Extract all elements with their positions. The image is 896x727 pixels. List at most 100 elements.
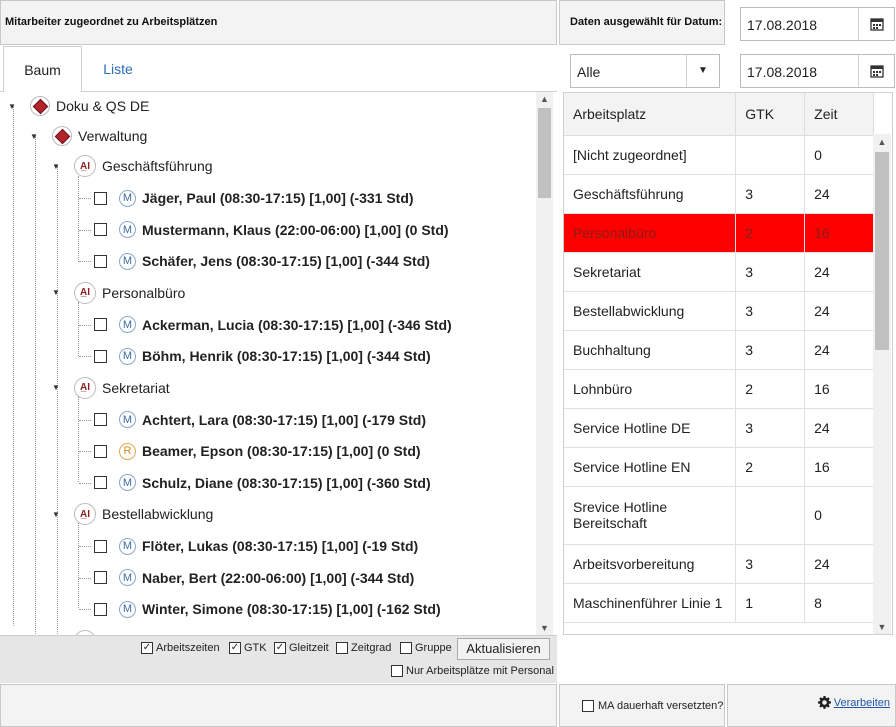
verarbeiten-link[interactable]: Verarbeiten [817,696,890,709]
option-label: Arbeitszeiten [156,642,220,654]
tree-employee-item[interactable]: M Böhm, Henrik (08:30-17:15) [1,00] (-344… [94,343,431,369]
checkbox-icon[interactable] [336,642,348,654]
collapse-icon[interactable]: ▼ [52,162,62,171]
footer-middle-bar: MA dauerhaft versetzten? [559,684,725,727]
tree-view: ▼ Doku & QS DE ▼ Verwaltung ▼ A̲I Geschäft… [0,92,557,635]
checkbox-icon[interactable] [391,665,403,677]
checkbox-icon[interactable] [94,191,107,205]
tree-employee-item[interactable]: M Jäger, Paul (08:30-17:15) [1,00] (-331 … [94,185,414,211]
tree-node-workstation[interactable]: ▼ A̲I Personalbüro [52,280,185,306]
table-cell: 16 [804,447,874,487]
scroll-up-icon[interactable]: ▲ [536,94,553,104]
tree-scrollbar[interactable]: ▲ ▼ [536,92,553,635]
checkbox-icon[interactable] [94,223,107,236]
column-header-zeit[interactable]: Zeit [804,93,874,136]
date-field-2[interactable]: 17.08.2018 [740,54,895,88]
collapse-icon[interactable]: ▼ [52,288,62,297]
tree-node-verwaltung[interactable]: ▼ Verwaltung [30,123,147,149]
tab-liste[interactable]: Liste [82,46,154,92]
tree-root[interactable]: ▼ Doku & QS DE [8,93,149,119]
table-scrollbar[interactable]: ▲ ▼ [873,134,891,634]
tree-node-workstation[interactable]: ▼ A̲I Geschäftsführung [52,153,213,179]
table-row[interactable]: Srevice Hotline Bereitschaft 0 [564,486,874,545]
collapse-icon[interactable]: ▼ [52,383,62,392]
table-row[interactable]: Service Hotline EN 2 16 [564,447,874,487]
table-cell: Personalbüro [564,213,737,253]
checkbox-checked-icon[interactable]: ✓ [229,642,241,654]
filter-select[interactable]: Alle ▼ [570,54,720,88]
tree-employee-item[interactable]: M Achtert, Lara (08:30-17:15) [1,00] (-17… [94,407,426,433]
option-gleitzeit[interactable]: ✓ Gleitzeit [274,642,329,654]
option-zeitgrad[interactable]: Zeitgrad [336,642,391,654]
tree-employee-item[interactable]: M Flöter, Lukas (08:30-17:15) [1,00] (-19… [94,533,418,559]
scroll-thumb[interactable] [538,108,551,198]
tree-guide-line [79,482,91,484]
tree-node-workstation[interactable]: ▼ A̲I Sekretariat [52,375,170,401]
scroll-up-icon[interactable]: ▲ [873,137,891,147]
checkbox-icon[interactable] [400,642,412,654]
tree-employee-item[interactable]: M Schäfer, Jens (08:30-17:15) [1,00] (-34… [94,248,430,274]
tree-node-workstation[interactable]: ▼ A̲I Bestellabwicklung [52,501,213,527]
table-row[interactable]: Geschäftsführung 3 24 [564,174,874,214]
column-header-arbeitsplatz[interactable]: Arbeitsplatz [564,93,737,136]
option-arbeitszeiten[interactable]: ✓ Arbeitszeiten [141,642,220,654]
checkbox-icon[interactable] [94,539,107,553]
checkbox-icon[interactable] [94,254,107,268]
collapse-icon[interactable]: ▼ [52,510,62,519]
table-row[interactable]: Lohnbüro 2 16 [564,369,874,409]
checkbox-icon[interactable] [94,444,107,458]
tree-guide-line [57,166,58,635]
workstation-icon: A̲I [74,155,96,177]
table-row[interactable]: Arbeitsvorbereitung 3 24 [564,544,874,584]
table-row[interactable]: Personalbüro 2 16 [564,213,874,253]
checkbox-icon[interactable] [94,571,107,584]
tree-employee-item[interactable]: M Mustermann, Klaus (22:00-06:00) [1,00] … [94,217,449,243]
table-cell: 2 [735,369,806,409]
aktualisieren-button[interactable]: Aktualisieren [457,638,550,660]
table-row[interactable]: Service Hotline DE 3 24 [564,408,874,448]
checkbox-checked-icon[interactable]: ✓ [141,642,153,654]
tree-employee-item[interactable]: M Schulz, Diane (08:30-17:15) [1,00] (-36… [94,470,431,496]
collapse-icon[interactable]: ▼ [30,132,40,141]
table-cell: 24 [804,544,874,584]
calendar-icon[interactable] [858,8,894,40]
checkbox-icon[interactable] [94,349,107,363]
tree-guide-line [78,522,79,608]
option-gruppe[interactable]: Gruppe [400,642,452,654]
checkbox-icon[interactable] [94,413,107,426]
table-cell: Srevice Hotline Bereitschaft [564,486,737,545]
table-row[interactable]: Buchhaltung 3 24 [564,330,874,370]
table-row[interactable]: Maschinenführer Linie 118 [564,583,874,623]
scroll-thumb[interactable] [875,152,889,350]
table-row[interactable]: [Nicht zugeordnet] 0 [564,135,874,175]
table-cell: 1 [735,583,806,623]
scroll-down-icon[interactable]: ▼ [536,623,553,633]
employee-label: Jäger, Paul (08:30-17:15) [1,00] (-331 S… [142,190,414,206]
calendar-icon[interactable] [858,55,894,87]
tree-employee-item[interactable]: M Naber, Bert (22:00-06:00) [1,00] (-344 … [94,565,414,591]
checkbox-icon[interactable] [94,602,107,616]
chevron-down-icon[interactable]: ▼ [686,55,719,87]
checkbox-icon[interactable] [94,318,107,331]
tree-employee-item[interactable]: M Ackerman, Lucia (08:30-17:15) [1,00] (-… [94,312,452,338]
option-nur-arbeitsplaetze[interactable]: Nur Arbeitsplätze mit Personal [391,665,554,677]
tree-node-label: Bestellabwicklung [102,506,214,522]
header-left-bar: Mitarbeiter zugeordnet zu Arbeitsplätzen [0,0,557,45]
option-gtk[interactable]: ✓ GTK [229,642,267,654]
column-header-gtk[interactable]: GTK [735,93,806,136]
date-field-1[interactable]: 17.08.2018 [740,7,895,41]
scroll-down-icon[interactable]: ▼ [873,622,891,632]
collapse-icon[interactable]: ▼ [8,102,18,111]
table-row[interactable]: Sekretariat 3 24 [564,252,874,292]
tree-employee-item[interactable]: R Beamer, Epson (08:30-17:15) [1,00] (0 S… [94,438,421,464]
tab-baum[interactable]: Baum [3,46,82,93]
employee-type-icon: M [119,600,136,618]
checkbox-icon[interactable] [582,699,594,712]
tree-node-workstation[interactable]: ▼A̲IBuchhaltung [52,628,180,635]
checkbox-icon[interactable] [94,476,107,489]
checkbox-checked-icon[interactable]: ✓ [274,642,286,654]
employee-type-icon: M [119,347,136,365]
tree-employee-item[interactable]: M Winter, Simone (08:30-17:15) [1,00] (-1… [94,596,441,622]
table-row[interactable]: Bestellabwicklung 3 24 [564,291,874,331]
employee-label: Mustermann, Klaus (22:00-06:00) [1,00] (… [142,221,449,238]
